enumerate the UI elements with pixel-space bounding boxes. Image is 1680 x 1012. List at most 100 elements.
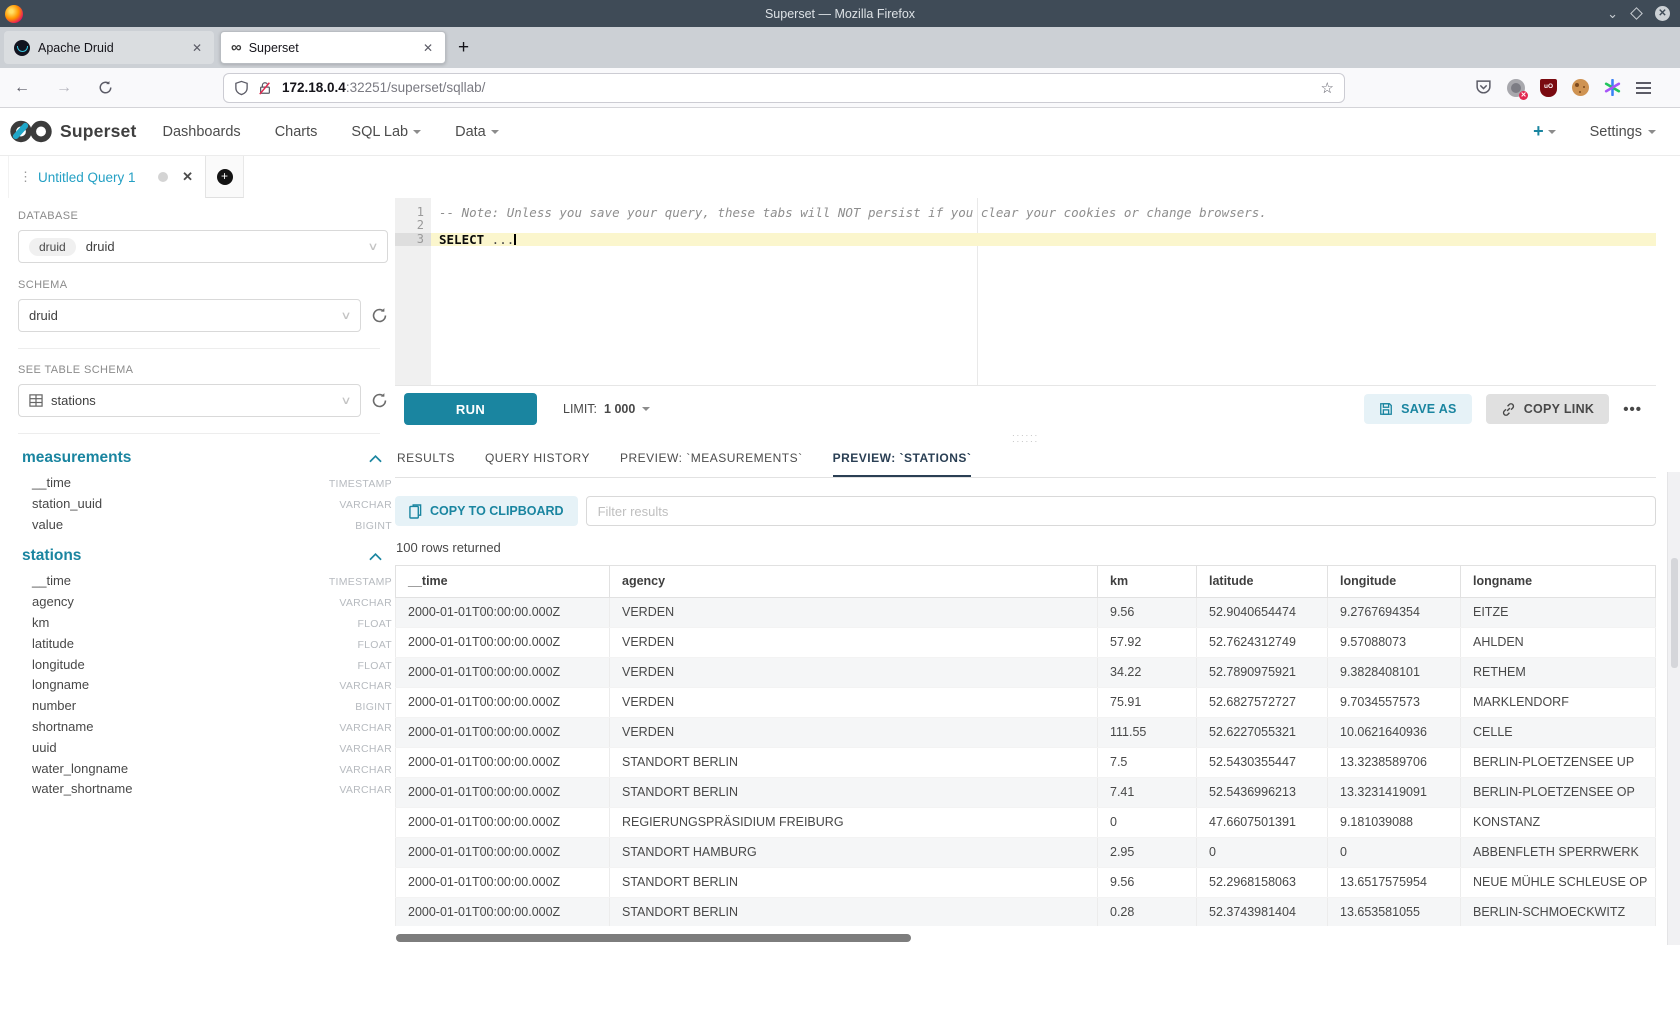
browser-navbar: ← → 172.18.0.4:32251/superset/sqllab/ ☆ … [0,68,1680,108]
schema-table-name[interactable]: measurements [22,449,131,467]
schema-table-stations[interactable]: stations [22,547,382,565]
results-tab-results[interactable]: RESULTS [397,451,455,477]
chevron-up-icon[interactable] [369,454,382,463]
filter-results-input[interactable] [586,496,1656,526]
schema-select[interactable]: druid ∨ [18,299,361,332]
reload-icon[interactable] [98,80,113,95]
table-cell: AHLDEN [1461,627,1656,657]
superset-header: Superset Dashboards Charts SQL Lab Data … [0,108,1680,156]
column-header-time[interactable]: __time [396,566,610,597]
nav-data[interactable]: Data [455,124,499,140]
close-query-tab-icon[interactable]: ✕ [182,169,193,185]
table-cell: 2000-01-01T00:00:00.000Z [396,597,610,627]
table-schema-select[interactable]: stations ∨ [18,384,361,417]
column-type: VARCHAR [339,722,392,734]
column-header-latitude[interactable]: latitude [1197,566,1328,597]
table-cell: NEUE MÜHLE SCHLEUSE OP [1461,867,1656,897]
window-maximize-icon[interactable] [1630,7,1643,20]
editor-line: 1 -- Note: Unless you save your query, t… [395,206,1656,219]
results-tab-query-history[interactable]: QUERY HISTORY [485,451,590,477]
table-row: 2000-01-01T00:00:00.000ZSTANDORT BERLIN0… [396,897,1656,926]
shield-icon[interactable] [234,80,249,96]
nav-dashboards[interactable]: Dashboards [163,124,241,140]
save-as-button[interactable]: SAVE AS [1364,394,1472,424]
nav-charts[interactable]: Charts [275,124,318,140]
schema-column-list: __timeTIMESTAMPagencyVARCHARkmFLOATlatit… [32,573,392,802]
browser-tab-label: Superset [249,41,421,55]
insecure-lock-icon[interactable] [258,80,272,96]
more-options-icon[interactable]: ••• [1623,401,1642,418]
superset-logo[interactable]: Superset [10,118,137,145]
column-header-longitude[interactable]: longitude [1328,566,1461,597]
add-query-tab-button[interactable]: + [206,156,244,198]
table-cell: MARKLENDORF [1461,687,1656,717]
chevron-down-icon [1648,130,1656,134]
refresh-table-icon[interactable] [371,392,388,409]
container-extension-icon[interactable]: ✕ [1507,79,1525,97]
column-header-longname[interactable]: longname [1461,566,1656,597]
column-name: __time [32,573,71,588]
table-cell: 52.6827572727 [1197,687,1328,717]
nav-sql-lab[interactable]: SQL Lab [351,124,421,140]
refresh-schema-icon[interactable] [371,307,388,324]
column-header-km[interactable]: km [1098,566,1197,597]
ublock-origin-icon[interactable]: uO [1540,79,1557,97]
column-name: __time [32,475,71,490]
pane-resize-handle[interactable]: ∙∙∙∙∙∙∙∙∙∙∙∙ [395,432,1656,442]
limit-dropdown[interactable]: LIMIT: 1 000 [563,402,650,416]
table-cell: 10.0621640936 [1328,717,1461,747]
vertical-scrollbar[interactable] [1667,472,1680,945]
table-cell: STANDORT BERLIN [610,777,1098,807]
schema-column-row: __timeTIMESTAMP [32,573,392,594]
horizontal-scrollbar[interactable] [396,934,911,942]
table-row: 2000-01-01T00:00:00.000ZVERDEN9.5652.904… [396,597,1656,627]
table-row: 2000-01-01T00:00:00.000ZSTANDORT BERLIN7… [396,777,1656,807]
browser-tabstrip: Apache Druid ✕ ∞ Superset ✕ + [0,27,1680,68]
table-cell: 2000-01-01T00:00:00.000Z [396,657,610,687]
column-type: BIGINT [355,520,392,532]
pocket-icon[interactable] [1475,79,1492,96]
schema-table-measurements[interactable]: measurements [22,449,382,467]
menu-hamburger-icon[interactable] [1636,82,1651,94]
query-tab-untitled-query-1[interactable]: ⋮ Untitled Query 1 ✕ [8,156,206,198]
database-select[interactable]: druid druid ∨ [18,230,388,263]
window-minimize-icon[interactable]: ⌄ [1607,9,1618,19]
column-header-agency[interactable]: agency [610,566,1098,597]
run-button[interactable]: RUN [404,393,537,425]
browser-tab-apache-druid[interactable]: Apache Druid ✕ [4,31,214,64]
table-cell: 9.7034557573 [1328,687,1461,717]
cookie-extension-icon[interactable] [1572,79,1589,96]
line-number: 2 [395,219,431,232]
chevron-up-icon[interactable] [369,552,382,561]
drag-grip-icon[interactable]: ⋮ [19,169,30,185]
spark-extension-icon[interactable] [1604,79,1621,96]
url-bar[interactable]: 172.18.0.4:32251/superset/sqllab/ ☆ [223,73,1345,103]
row-count-text: 100 rows returned [396,540,1656,555]
window-close-icon[interactable]: ✕ [1655,6,1670,21]
chevron-down-icon: ∨ [340,394,351,407]
url-text[interactable]: 172.18.0.4:32251/superset/sqllab/ [282,80,485,95]
copy-to-clipboard-button[interactable]: COPY TO CLIPBOARD [395,496,578,526]
table-cell: 9.2767694354 [1328,597,1461,627]
tab-close-icon[interactable]: ✕ [421,41,435,55]
column-name: uuid [32,740,57,755]
schema-table-name[interactable]: stations [22,547,81,565]
copy-link-button[interactable]: COPY LINK [1486,394,1610,424]
browser-tab-label: Apache Druid [38,41,190,55]
results-table-container[interactable]: __timeagencykmlatitudelongitudelongname … [395,565,1656,926]
sql-code-editor[interactable]: 1 -- Note: Unless you save your query, t… [395,198,1656,386]
new-browser-tab-button[interactable]: + [458,37,469,59]
tab-close-icon[interactable]: ✕ [190,41,204,55]
table-cell: 2000-01-01T00:00:00.000Z [396,807,610,837]
schema-column-row: water_longnameVARCHAR [32,761,392,782]
window-titlebar: Superset — Mozilla Firefox ⌄ ✕ [0,0,1680,27]
superset-logo-icon [10,118,52,145]
back-icon[interactable]: ← [14,79,30,97]
results-tab-preview-measurements[interactable]: PREVIEW: `MEASUREMENTS` [620,451,803,477]
settings-menu[interactable]: Settings [1590,124,1656,140]
add-new-button[interactable]: + [1533,121,1556,142]
browser-tab-superset[interactable]: ∞ Superset ✕ [220,31,446,64]
column-name: latitude [32,636,74,651]
results-tab-preview-stations[interactable]: PREVIEW: `STATIONS` [833,451,972,477]
bookmark-star-icon[interactable]: ☆ [1321,79,1334,97]
